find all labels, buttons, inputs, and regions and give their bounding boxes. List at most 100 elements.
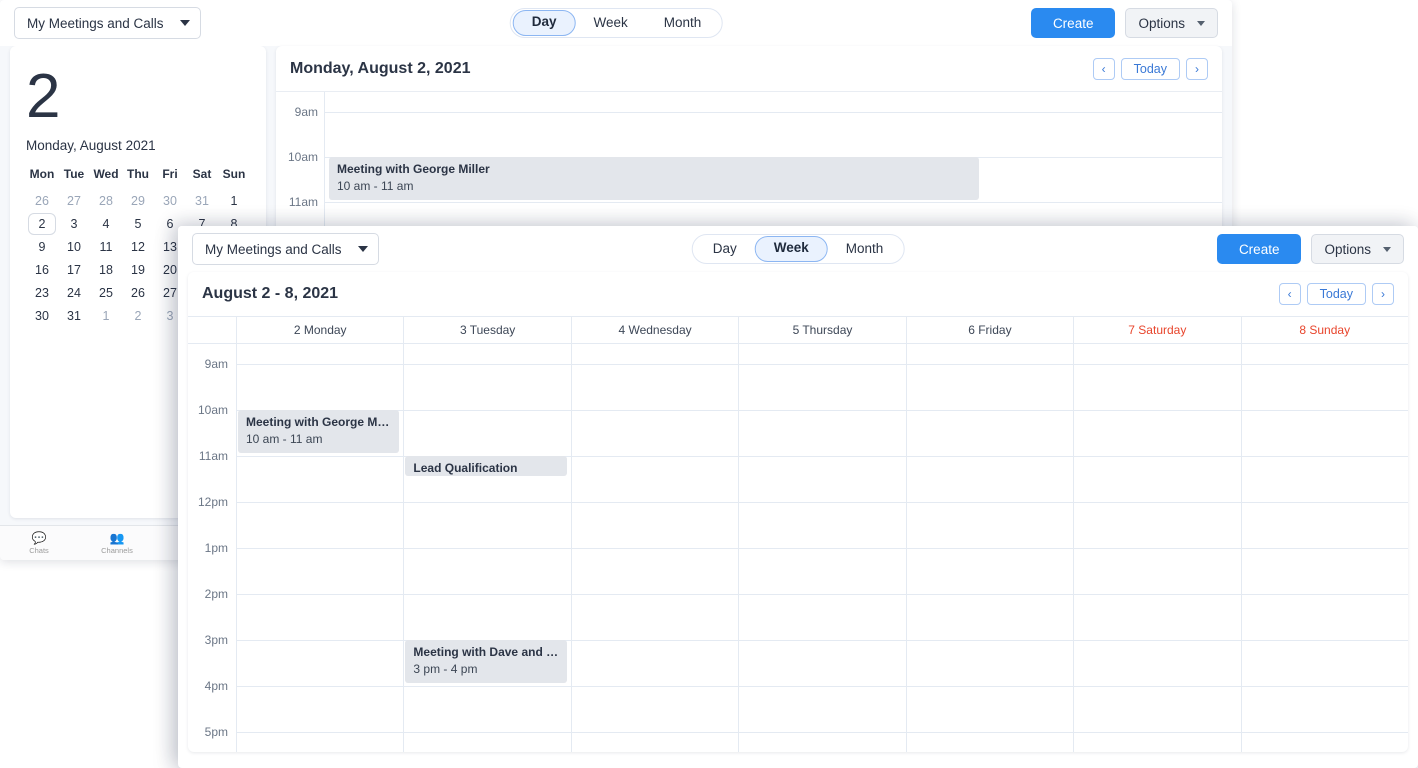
chat-bubble-icon: 💬	[31, 530, 47, 545]
mini-calendar-day[interactable]: 24	[58, 286, 90, 300]
day-schedule-header: Monday, August 2, 2021 ‹ Today ›	[276, 46, 1222, 92]
mini-calendar-subtitle: Monday, August 2021	[26, 138, 156, 153]
tab-month[interactable]: Month	[828, 237, 902, 261]
hour-label: 10am	[287, 150, 318, 164]
mini-calendar-day[interactable]: 29	[122, 194, 154, 208]
calendar-event[interactable]: Lead Qualification	[405, 456, 567, 476]
mini-calendar-day-number: 2	[26, 62, 61, 131]
mini-calendar-day[interactable]: 25	[90, 286, 122, 300]
create-button[interactable]: Create	[1030, 8, 1116, 38]
mini-calendar-day[interactable]: 30	[154, 194, 186, 208]
week-day-header[interactable]: 8 Sunday	[1240, 317, 1408, 343]
prev-day-button[interactable]: ‹	[1092, 57, 1115, 80]
week-day-header[interactable]: 3 Tuesday	[403, 317, 570, 343]
mini-calendar-day[interactable]: 3	[58, 217, 90, 231]
mini-calendar-day[interactable]: 26	[26, 194, 58, 208]
mini-calendar-day[interactable]: 28	[90, 194, 122, 208]
mini-calendar-day[interactable]: 17	[58, 263, 90, 277]
calendar-event[interactable]: Meeting with Dave and Hen... 3 pm - 4 pm	[405, 640, 567, 683]
day-title: Monday, August 2, 2021	[290, 59, 471, 77]
options-button[interactable]: Options	[1311, 234, 1404, 264]
day-nav-controls: ‹ Today ›	[1092, 57, 1208, 80]
day-column-divider	[1240, 342, 1242, 752]
hour-label: 11am	[198, 449, 228, 463]
day-window-toolbar: My Meetings and Calls Day Week Month Cre…	[0, 0, 1232, 46]
day-column-divider	[236, 342, 237, 752]
mini-calendar-day[interactable]: 11	[90, 240, 122, 254]
calendar-event[interactable]: Meeting with George Miller 10 am - 11 am	[329, 157, 979, 200]
time-column-spacer	[188, 317, 236, 343]
tab-week[interactable]: Week	[754, 236, 828, 262]
filter-label: My Meetings and Calls	[27, 15, 164, 31]
mini-calendar-weekday: Thu	[127, 167, 149, 181]
week-day-header[interactable]: 6 Friday	[905, 317, 1073, 343]
mini-calendar-weekday: Tue	[63, 167, 85, 181]
chevron-down-icon	[1383, 246, 1391, 252]
event-title: Lead Qualification	[413, 461, 518, 475]
mini-calendar-weekday: Wed	[93, 167, 119, 181]
mini-calendar-day[interactable]: 5	[122, 217, 154, 231]
tab-month[interactable]: Month	[646, 11, 720, 35]
day-view-switcher: Day Week Month	[509, 8, 723, 38]
taskbar-item-chats[interactable]: 💬 Chats	[0, 532, 78, 555]
mini-calendar-day[interactable]: 1	[218, 194, 250, 208]
day-column-divider	[905, 342, 907, 752]
mini-calendar-day[interactable]: 2	[28, 213, 56, 235]
mini-calendar-day[interactable]: 1	[90, 309, 122, 323]
tab-day[interactable]: Day	[512, 10, 576, 36]
event-time: 10 am - 11 am	[337, 179, 414, 193]
mini-calendar-day[interactable]: 9	[26, 240, 58, 254]
options-button[interactable]: Options	[1125, 8, 1218, 38]
mini-calendar-day[interactable]: 26	[122, 286, 154, 300]
options-label: Options	[1324, 241, 1371, 257]
screen: My Meetings and Calls Day Week Month Cre…	[0, 0, 1418, 768]
mini-calendar-day[interactable]: 31	[58, 309, 90, 323]
week-day-header[interactable]: 7 Saturday	[1073, 317, 1240, 343]
mini-calendar-day[interactable]: 27	[58, 194, 90, 208]
mini-calendar-day[interactable]: 12	[122, 240, 154, 254]
prev-week-button[interactable]: ‹	[1278, 283, 1301, 305]
week-title: August 2 - 8, 2021	[202, 285, 339, 302]
mini-calendar-weekday: Sun	[222, 167, 246, 181]
options-label: Options	[1138, 15, 1185, 31]
create-button[interactable]: Create	[1216, 234, 1302, 264]
meetings-filter-dropdown[interactable]: My Meetings and Calls	[192, 233, 379, 265]
week-day-header[interactable]: 4 Wednesday	[570, 317, 738, 343]
calendar-event[interactable]: Meeting with George Miller 10 am - 11 am	[238, 410, 400, 453]
hour-label: 2pm	[204, 587, 228, 601]
week-day-header[interactable]: 2 Monday	[236, 317, 403, 343]
week-schedule-header: August 2 - 8, 2021 ‹ Today ›	[188, 272, 1408, 316]
mini-calendar-day[interactable]: 16	[26, 263, 58, 277]
mini-calendar-day[interactable]: 19	[122, 263, 154, 277]
taskbar-channels-label: Channels	[101, 545, 133, 555]
today-button[interactable]: Today	[1306, 283, 1366, 305]
event-title: Meeting with George Miller	[246, 415, 392, 429]
taskbar-item-channels[interactable]: 👥 Channels	[78, 532, 156, 555]
meetings-filter-dropdown[interactable]: My Meetings and Calls	[14, 7, 201, 39]
taskbar-chats-label: Chats	[29, 545, 49, 555]
week-time-grid[interactable]: 9am 10am 11am 12pm 1pm 2pm 3pm 4pm 5pm Meeting wi…	[188, 342, 1408, 752]
week-schedule-panel: August 2 - 8, 2021 ‹ Today › 2 Monday 3 T…	[188, 272, 1408, 752]
tab-day[interactable]: Day	[695, 237, 755, 261]
mini-calendar-weekday: Fri	[162, 167, 178, 181]
hour-label: 12pm	[197, 495, 228, 509]
next-week-button[interactable]: ›	[1372, 283, 1394, 305]
mini-calendar-day[interactable]: 18	[90, 263, 122, 277]
mini-calendar-day[interactable]: 23	[26, 286, 58, 300]
chevron-down-icon	[1197, 20, 1205, 26]
mini-calendar-day[interactable]: 10	[58, 240, 90, 254]
hour-label: 9am	[204, 357, 228, 371]
mini-calendar-day[interactable]: 2	[122, 309, 154, 323]
hour-label: 4pm	[204, 679, 228, 693]
mini-calendar-day[interactable]: 4	[90, 217, 122, 231]
mini-calendar-day[interactable]: 30	[26, 309, 58, 323]
tab-week[interactable]: Week	[575, 11, 645, 35]
today-button[interactable]: Today	[1120, 57, 1180, 80]
event-title: Meeting with George Miller	[337, 162, 490, 176]
mini-calendar-day[interactable]: 31	[186, 194, 218, 208]
day-column-divider	[1073, 342, 1075, 752]
week-day-header[interactable]: 5 Thursday	[738, 317, 905, 343]
week-toolbar-actions: Create Options	[1216, 234, 1404, 264]
week-window-toolbar: My Meetings and Calls Day Week Month Cre…	[178, 226, 1418, 272]
next-day-button[interactable]: ›	[1186, 57, 1208, 80]
